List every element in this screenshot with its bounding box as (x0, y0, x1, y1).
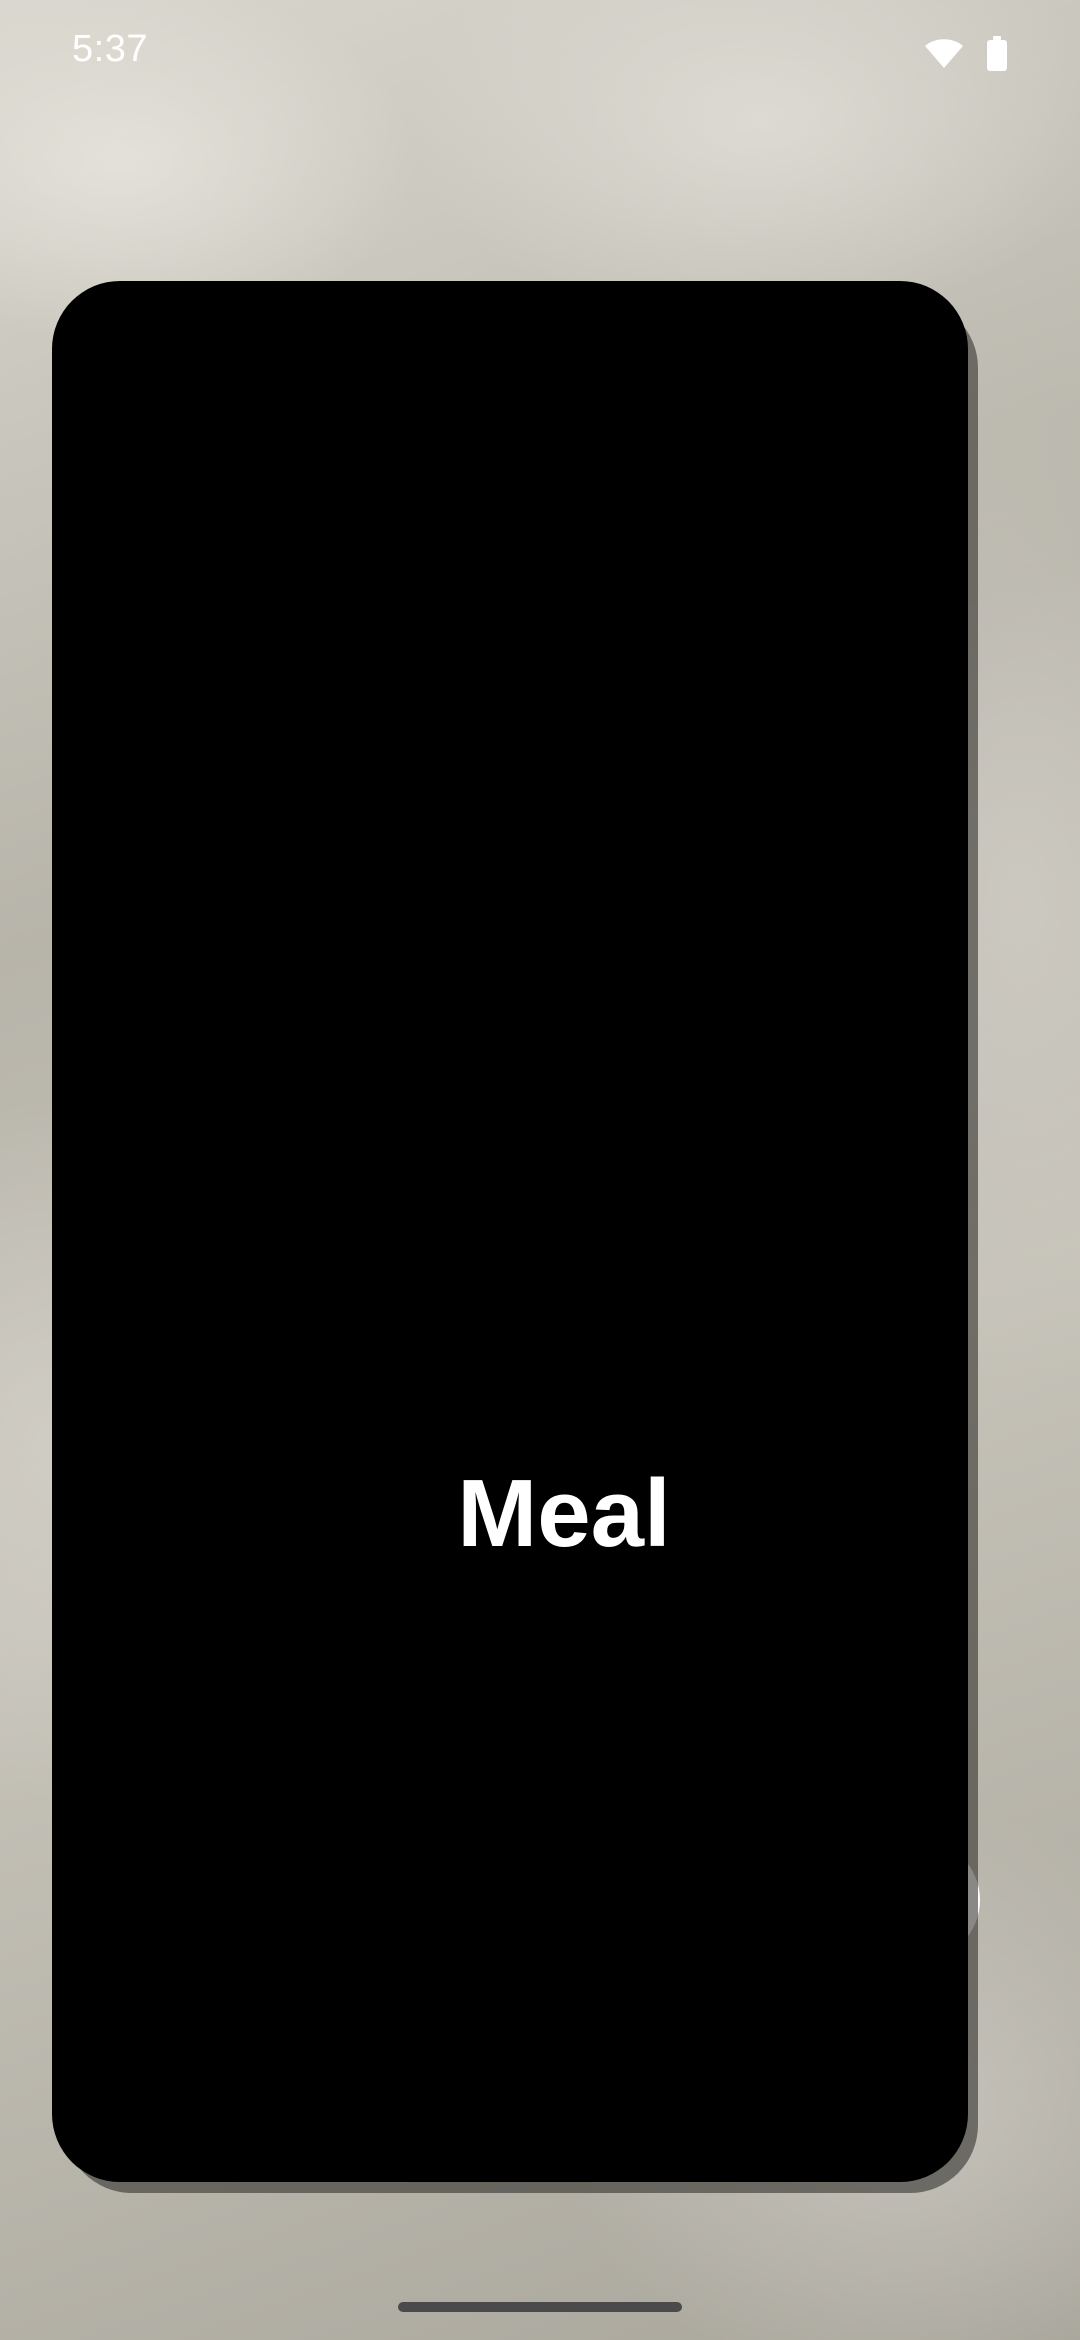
app-splash-screen[interactable]: Meal (52, 281, 968, 2182)
status-time: 5:37 (72, 28, 148, 70)
status-icons (924, 34, 1008, 74)
battery-icon (986, 36, 1008, 72)
gesture-nav-handle[interactable] (398, 2302, 682, 2312)
app-name-title: Meal (457, 1460, 671, 1567)
wifi-icon (924, 38, 964, 70)
status-bar: 5:37 (0, 0, 1080, 110)
